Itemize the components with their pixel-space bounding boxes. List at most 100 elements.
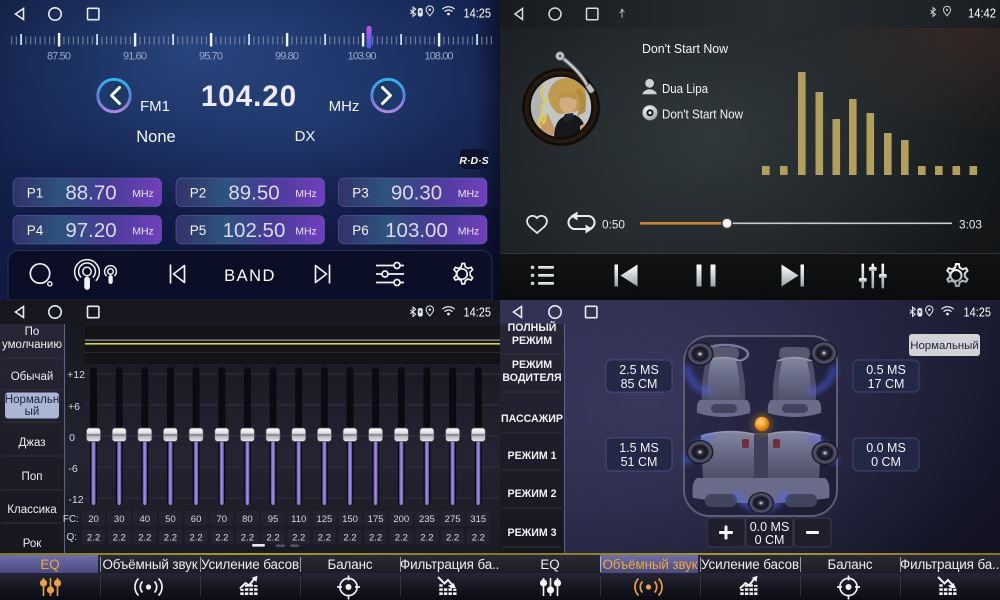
svg-text:-12: -12 — [68, 494, 83, 506]
svg-text:0:50: 0:50 — [602, 218, 625, 232]
svg-text:2.2: 2.2 — [343, 533, 356, 544]
svg-text:90.30: 90.30 — [391, 182, 442, 205]
svg-text:1.5 MS: 1.5 MS — [619, 441, 659, 455]
svg-text:Обычай: Обычай — [11, 371, 54, 383]
svg-text:+6: +6 — [68, 401, 80, 413]
svg-text:104.20: 104.20 — [201, 80, 297, 113]
svg-text:РЕЖИМ 1: РЕЖИМ 1 — [508, 450, 557, 462]
svg-text:2.2: 2.2 — [164, 533, 177, 544]
svg-text:P6: P6 — [352, 223, 369, 238]
svg-text:17 CM: 17 CM — [868, 377, 905, 391]
svg-text:315: 315 — [470, 514, 486, 525]
svg-text:70: 70 — [217, 514, 228, 525]
svg-text:2.2: 2.2 — [87, 533, 100, 544]
svg-text:2.2: 2.2 — [266, 533, 279, 544]
svg-text:87.50: 87.50 — [47, 51, 71, 63]
svg-text:110: 110 — [291, 514, 306, 525]
svg-text:2.2: 2.2 — [138, 533, 151, 544]
svg-text:P5: P5 — [190, 223, 207, 238]
svg-text:80: 80 — [242, 514, 253, 525]
svg-text:3:03: 3:03 — [959, 218, 982, 232]
svg-text:2.2: 2.2 — [113, 533, 126, 544]
svg-text:MHz: MHz — [132, 226, 154, 238]
svg-text:P4: P4 — [27, 223, 44, 238]
svg-text:88.70: 88.70 — [65, 182, 116, 205]
svg-text:умолчанию: умолчанию — [2, 339, 62, 351]
svg-text:175: 175 — [368, 514, 384, 525]
svg-text:2.5 MS: 2.5 MS — [619, 363, 659, 377]
svg-text:R·D·S: R·D·S — [459, 155, 488, 167]
svg-text:40: 40 — [140, 514, 151, 525]
svg-text:91.60: 91.60 — [123, 51, 147, 63]
svg-text:50: 50 — [165, 514, 176, 525]
svg-text:150: 150 — [342, 514, 358, 525]
svg-text:Нормальный: Нормальный — [910, 340, 978, 352]
svg-text:2.2: 2.2 — [215, 533, 228, 544]
svg-text:Dua Lipa: Dua Lipa — [662, 82, 708, 96]
svg-text:MHz: MHz — [295, 226, 317, 238]
svg-text:Рок: Рок — [23, 538, 43, 550]
svg-text:2.2: 2.2 — [318, 533, 331, 544]
svg-text:Классика: Классика — [7, 504, 57, 516]
svg-text:0.0 MS: 0.0 MS — [866, 441, 906, 455]
svg-text:РЕЖИМ 3: РЕЖИМ 3 — [508, 527, 557, 539]
svg-text:Q:: Q: — [66, 532, 77, 543]
svg-text:103.90: 103.90 — [348, 51, 377, 63]
svg-text:2.2: 2.2 — [472, 533, 485, 544]
svg-text:2.2: 2.2 — [446, 533, 459, 544]
svg-text:2.2: 2.2 — [241, 533, 254, 544]
svg-text:MHz: MHz — [329, 98, 360, 115]
svg-text:0.5 MS: 0.5 MS — [866, 363, 906, 377]
svg-text:95: 95 — [268, 514, 279, 525]
svg-text:FM1: FM1 — [140, 98, 170, 115]
svg-text:2.2: 2.2 — [292, 533, 305, 544]
svg-text:108.00: 108.00 — [425, 51, 454, 63]
svg-text:РЕЖИМ 2: РЕЖИМ 2 — [508, 488, 557, 500]
svg-text:0 CM: 0 CM — [755, 533, 785, 547]
svg-text:85 CM: 85 CM — [621, 377, 658, 391]
svg-text:2.2: 2.2 — [369, 533, 382, 544]
svg-text:200: 200 — [393, 514, 409, 525]
svg-text:14:25: 14:25 — [464, 6, 492, 21]
svg-text:0.0 MS: 0.0 MS — [750, 520, 790, 534]
svg-text:89.50: 89.50 — [228, 182, 279, 205]
svg-text:MHz: MHz — [295, 188, 317, 200]
svg-text:97.20: 97.20 — [65, 219, 116, 242]
svg-text:ВОДИТЕЛЯ: ВОДИТЕЛЯ — [502, 372, 561, 384]
svg-text:14:25: 14:25 — [964, 305, 992, 320]
svg-text:По: По — [25, 326, 40, 338]
svg-text:None: None — [136, 128, 175, 146]
svg-text:Поп: Поп — [22, 471, 43, 483]
svg-text:FC:: FC: — [63, 514, 79, 525]
svg-text:51 CM: 51 CM — [621, 455, 658, 469]
svg-text:P2: P2 — [190, 186, 207, 201]
svg-text:14:25: 14:25 — [464, 305, 492, 320]
svg-text:ПАССАЖИР: ПАССАЖИР — [501, 413, 563, 425]
svg-text:95.70: 95.70 — [199, 51, 223, 63]
svg-text:BAND: BAND — [224, 267, 276, 285]
svg-text:102.50: 102.50 — [223, 219, 286, 242]
svg-text:Нормальн: Нормальн — [5, 394, 59, 406]
svg-text:235: 235 — [419, 514, 435, 525]
svg-text:2.2: 2.2 — [189, 533, 202, 544]
svg-text:125: 125 — [316, 514, 332, 525]
svg-text:0 CM: 0 CM — [871, 455, 901, 469]
svg-text:60: 60 — [191, 514, 202, 525]
svg-text:Don't Start Now: Don't Start Now — [642, 41, 728, 56]
svg-text:MHz: MHz — [458, 226, 480, 238]
svg-text:ый: ый — [25, 406, 40, 418]
svg-text:-6: -6 — [68, 463, 77, 475]
svg-text:0: 0 — [69, 432, 75, 444]
svg-text:275: 275 — [445, 514, 461, 525]
svg-text:99.80: 99.80 — [275, 51, 299, 63]
svg-text:+12: +12 — [67, 369, 85, 381]
svg-text:2.2: 2.2 — [395, 533, 408, 544]
svg-text:P1: P1 — [27, 186, 44, 201]
svg-text:20: 20 — [88, 514, 99, 525]
svg-text:MHz: MHz — [458, 188, 480, 200]
svg-text:Don't Start Now: Don't Start Now — [662, 107, 744, 121]
svg-text:P3: P3 — [352, 186, 369, 201]
svg-text:MHz: MHz — [132, 188, 154, 200]
svg-text:ПОЛНЫЙ: ПОЛНЫЙ — [508, 321, 557, 334]
svg-text:Джаз: Джаз — [18, 437, 45, 449]
